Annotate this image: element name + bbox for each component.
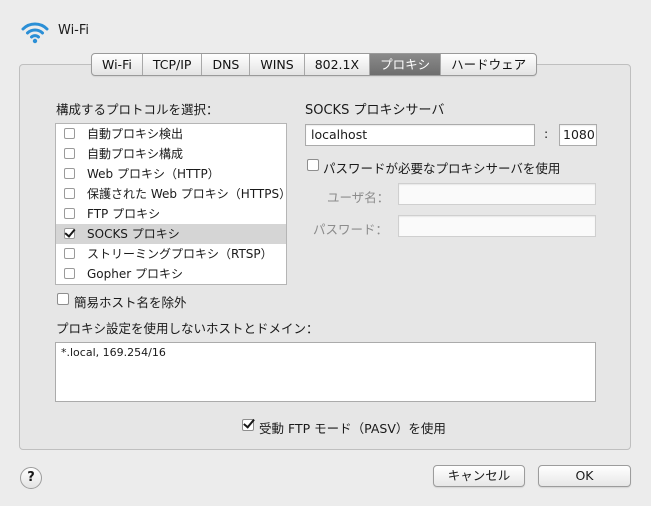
- checkbox[interactable]: [64, 168, 75, 179]
- protocol-label: 自動プロキシ構成: [87, 147, 184, 161]
- tab-bar: Wi-Fi TCP/IP DNS WINS 802.1X プロキシ ハードウェア: [91, 53, 538, 76]
- username-label: ユーザ名：: [327, 190, 390, 205]
- checkbox[interactable]: [64, 248, 75, 259]
- protocol-item-auto-discovery[interactable]: 自動プロキシ検出: [56, 124, 286, 144]
- protocol-item-https[interactable]: 保護された Web プロキシ（HTTPS）: [56, 184, 291, 204]
- protocol-item-socks[interactable]: SOCKS プロキシ: [56, 224, 286, 244]
- protocol-label: Web プロキシ（HTTP）: [87, 167, 220, 181]
- password-required-checkbox[interactable]: [307, 159, 319, 171]
- checkbox[interactable]: [64, 268, 75, 279]
- tab-wins[interactable]: WINS: [250, 54, 305, 75]
- password-label: パスワード：: [313, 222, 389, 237]
- tab-proxies[interactable]: プロキシ: [370, 54, 442, 75]
- cancel-button[interactable]: キャンセル: [433, 465, 525, 487]
- tab-8021x[interactable]: 802.1X: [305, 54, 371, 75]
- ok-button[interactable]: OK: [538, 465, 631, 487]
- protocol-label: 自動プロキシ検出: [87, 127, 184, 141]
- protocol-list-heading: 構成するプロトコルを選択：: [56, 102, 219, 117]
- tab-hardware[interactable]: ハードウェア: [441, 54, 536, 75]
- protocol-item-rtsp[interactable]: ストリーミングプロキシ（RTSP）: [56, 244, 286, 264]
- password-input[interactable]: [398, 215, 596, 237]
- wifi-icon: [21, 22, 49, 44]
- protocol-item-gopher[interactable]: Gopher プロキシ: [56, 264, 286, 284]
- help-button[interactable]: ?: [20, 467, 42, 489]
- port-separator: :: [544, 126, 549, 141]
- passive-ftp-checkbox[interactable]: [242, 419, 254, 431]
- passive-ftp-label: 受動 FTP モード（PASV）を使用: [259, 421, 446, 436]
- tab-wifi[interactable]: Wi-Fi: [92, 54, 143, 75]
- protocol-item-http[interactable]: Web プロキシ（HTTP）: [56, 164, 286, 184]
- bypass-hosts-heading: プロキシ設定を使用しないホストとドメイン：: [56, 321, 319, 336]
- checkbox[interactable]: [64, 228, 75, 239]
- tab-tcpip[interactable]: TCP/IP: [143, 54, 203, 75]
- protocol-item-ftp[interactable]: FTP プロキシ: [56, 204, 286, 224]
- proxy-host-input[interactable]: localhost: [305, 124, 535, 146]
- username-input[interactable]: [398, 183, 596, 205]
- protocol-label: SOCKS プロキシ: [87, 227, 180, 241]
- protocol-item-auto-config[interactable]: 自動プロキシ構成: [56, 144, 286, 164]
- protocol-label: FTP プロキシ: [87, 207, 161, 221]
- bypass-hosts-textarea[interactable]: *.local, 169.254/16: [55, 342, 596, 402]
- exclude-simple-hostnames-label: 簡易ホスト名を除外: [74, 295, 187, 310]
- protocol-label: 保護された Web プロキシ（HTTPS）: [87, 187, 292, 201]
- checkbox[interactable]: [64, 188, 75, 199]
- protocol-label: ストリーミングプロキシ（RTSP）: [87, 247, 273, 261]
- protocol-label: Gopher プロキシ: [87, 267, 183, 281]
- window-title: Wi-Fi: [58, 23, 90, 38]
- checkbox[interactable]: [64, 128, 75, 139]
- checkbox[interactable]: [64, 148, 75, 159]
- proxy-port-input[interactable]: 1080: [559, 124, 597, 146]
- tab-dns[interactable]: DNS: [202, 54, 251, 75]
- password-required-label: パスワードが必要なプロキシサーバを使用: [323, 161, 561, 176]
- checkbox[interactable]: [64, 208, 75, 219]
- proxy-server-heading: SOCKS プロキシサーバ: [305, 103, 445, 118]
- exclude-simple-hostnames-checkbox[interactable]: [57, 293, 69, 305]
- protocol-list: 自動プロキシ検出 自動プロキシ構成 Web プロキシ（HTTP） 保護された W…: [55, 123, 291, 285]
